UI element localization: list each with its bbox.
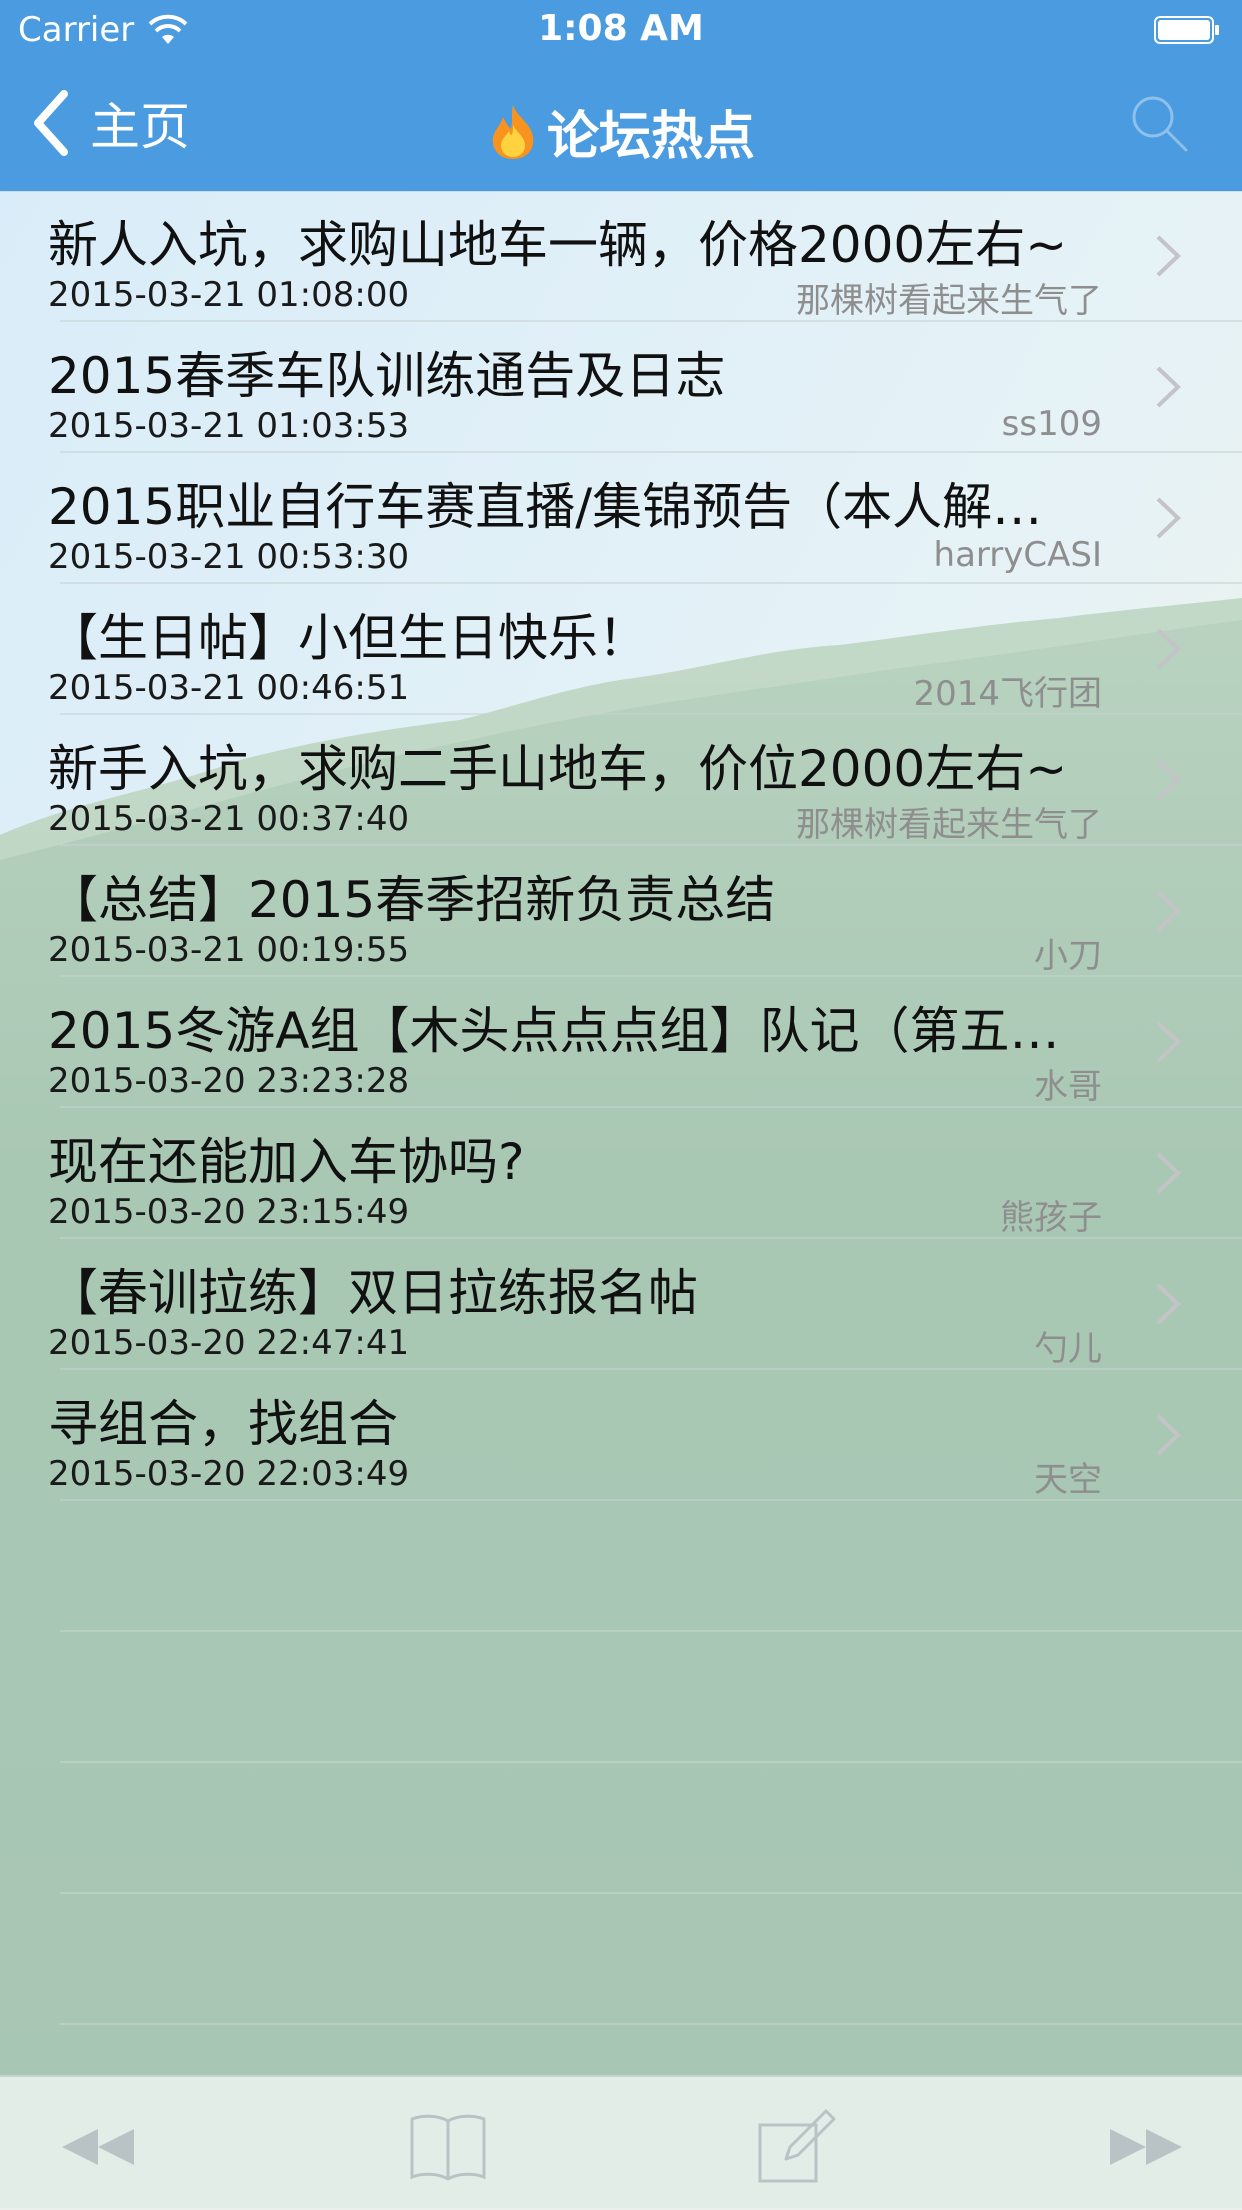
list-item[interactable]: 2015职业自行车赛直播/集锦预告（本人解说） 2015-03-21 00:53… xyxy=(0,453,1242,584)
post-author: 小刀 xyxy=(1034,936,1102,976)
post-title: 现在还能加入车协吗? xyxy=(48,1133,525,1191)
empty-row xyxy=(0,1894,1242,2025)
chevron-right-icon xyxy=(1156,235,1181,277)
list-item[interactable]: 【总结】2015春季招新负责总结 2015-03-21 00:19:55 小刀 xyxy=(0,846,1242,977)
empty-row xyxy=(0,1501,1242,1632)
list-item[interactable]: 2015冬游A组【木头点点点组】队记（第五… 2015-03-20 23:23:… xyxy=(0,977,1242,1108)
post-date: 2015-03-21 00:53:30 xyxy=(48,537,410,577)
post-author: 熊孩子 xyxy=(1000,1198,1102,1238)
post-author: 那棵树看起来生气了 xyxy=(796,805,1102,845)
book-icon xyxy=(410,2114,486,2181)
bookmarks-button[interactable] xyxy=(408,2107,488,2187)
empty-row xyxy=(0,1763,1242,1894)
post-date: 2015-03-21 00:37:40 xyxy=(48,799,410,839)
post-date: 2015-03-21 00:46:51 xyxy=(48,668,410,708)
bottom-toolbar xyxy=(0,2075,1242,2210)
battery-icon xyxy=(1154,16,1219,44)
chevron-right-icon xyxy=(1156,497,1181,539)
chevron-right-icon xyxy=(1156,1283,1181,1325)
rewind-button[interactable] xyxy=(58,2107,138,2187)
post-title: 【春训拉练】双日拉练报名帖 xyxy=(48,1264,698,1322)
post-date: 2015-03-20 23:15:49 xyxy=(48,1192,410,1232)
post-author: harryCASI xyxy=(933,535,1102,575)
rewind-icon xyxy=(62,2129,134,2165)
list-item[interactable]: 【生日帖】小但生日快乐！ 2015-03-21 00:46:51 2014飞行团 xyxy=(0,584,1242,715)
post-title: 新手入坑，求购二手山地车，价位2000左右~ xyxy=(48,740,1068,798)
nav-title-area: 论坛热点 xyxy=(0,94,1242,169)
post-author: 勺儿 xyxy=(1034,1329,1102,1369)
post-author: 2014飞行团 xyxy=(913,674,1102,714)
post-title: 2015职业自行车赛直播/集锦预告（本人解说） xyxy=(48,478,1088,536)
post-title: 寻组合，找组合 xyxy=(48,1395,398,1453)
post-list: 新人入坑，求购山地车一辆，价格2000左右~ 2015-03-21 01:08:… xyxy=(0,191,1242,2156)
post-title: 新人入坑，求购山地车一辆，价格2000左右~ xyxy=(48,216,1068,274)
list-item[interactable]: 寻组合，找组合 2015-03-20 22:03:49 天空 xyxy=(0,1370,1242,1501)
list-item[interactable]: 新人入坑，求购山地车一辆，价格2000左右~ 2015-03-21 01:08:… xyxy=(0,191,1242,322)
post-title: 2015春季车队训练通告及日志 xyxy=(48,347,726,405)
flame-icon xyxy=(492,104,534,159)
post-author: 天空 xyxy=(1034,1460,1102,1500)
empty-row xyxy=(0,1632,1242,1763)
chevron-right-icon xyxy=(1156,366,1181,408)
status-bar: Carrier 1:08 AM xyxy=(0,0,1242,60)
list-item[interactable]: 2015春季车队训练通告及日志 2015-03-21 01:03:53 ss10… xyxy=(0,322,1242,453)
chevron-right-icon xyxy=(1156,1021,1181,1063)
clock: 1:08 AM xyxy=(538,8,704,49)
post-title: 2015冬游A组【木头点点点组】队记（第五… xyxy=(48,1002,1060,1060)
post-date: 2015-03-21 01:08:00 xyxy=(48,275,410,315)
fast-forward-icon xyxy=(1110,2129,1182,2165)
list-item[interactable]: 新手入坑，求购二手山地车，价位2000左右~ 2015-03-21 00:37:… xyxy=(0,715,1242,846)
list-item[interactable]: 【春训拉练】双日拉练报名帖 2015-03-20 22:47:41 勺儿 xyxy=(0,1239,1242,1370)
chevron-right-icon xyxy=(1156,890,1181,932)
post-author: 那棵树看起来生气了 xyxy=(796,281,1102,321)
fast-forward-button[interactable] xyxy=(1106,2107,1186,2187)
post-author: ss109 xyxy=(1001,404,1102,444)
post-title: 【生日帖】小但生日快乐！ xyxy=(48,609,648,667)
search-icon[interactable] xyxy=(1128,92,1190,154)
navigation-bar: 主页 论坛热点 xyxy=(0,60,1242,191)
post-date: 2015-03-20 22:47:41 xyxy=(48,1323,410,1363)
compose-button[interactable] xyxy=(756,2107,836,2187)
chevron-right-icon xyxy=(1156,628,1181,670)
page-title: 论坛热点 xyxy=(546,107,755,167)
chevron-right-icon xyxy=(1156,1152,1181,1194)
post-title: 【总结】2015春季招新负责总结 xyxy=(48,871,776,929)
chevron-right-icon xyxy=(1156,759,1181,801)
post-date: 2015-03-21 01:03:53 xyxy=(48,406,410,446)
post-date: 2015-03-20 22:03:49 xyxy=(48,1454,410,1494)
post-date: 2015-03-21 00:19:55 xyxy=(48,930,410,970)
chevron-right-icon xyxy=(1156,1414,1181,1456)
post-date: 2015-03-20 23:23:28 xyxy=(48,1061,410,1101)
compose-icon xyxy=(758,2109,836,2183)
post-author: 水哥 xyxy=(1034,1067,1102,1107)
list-item[interactable]: 现在还能加入车协吗? 2015-03-20 23:15:49 熊孩子 xyxy=(0,1108,1242,1239)
